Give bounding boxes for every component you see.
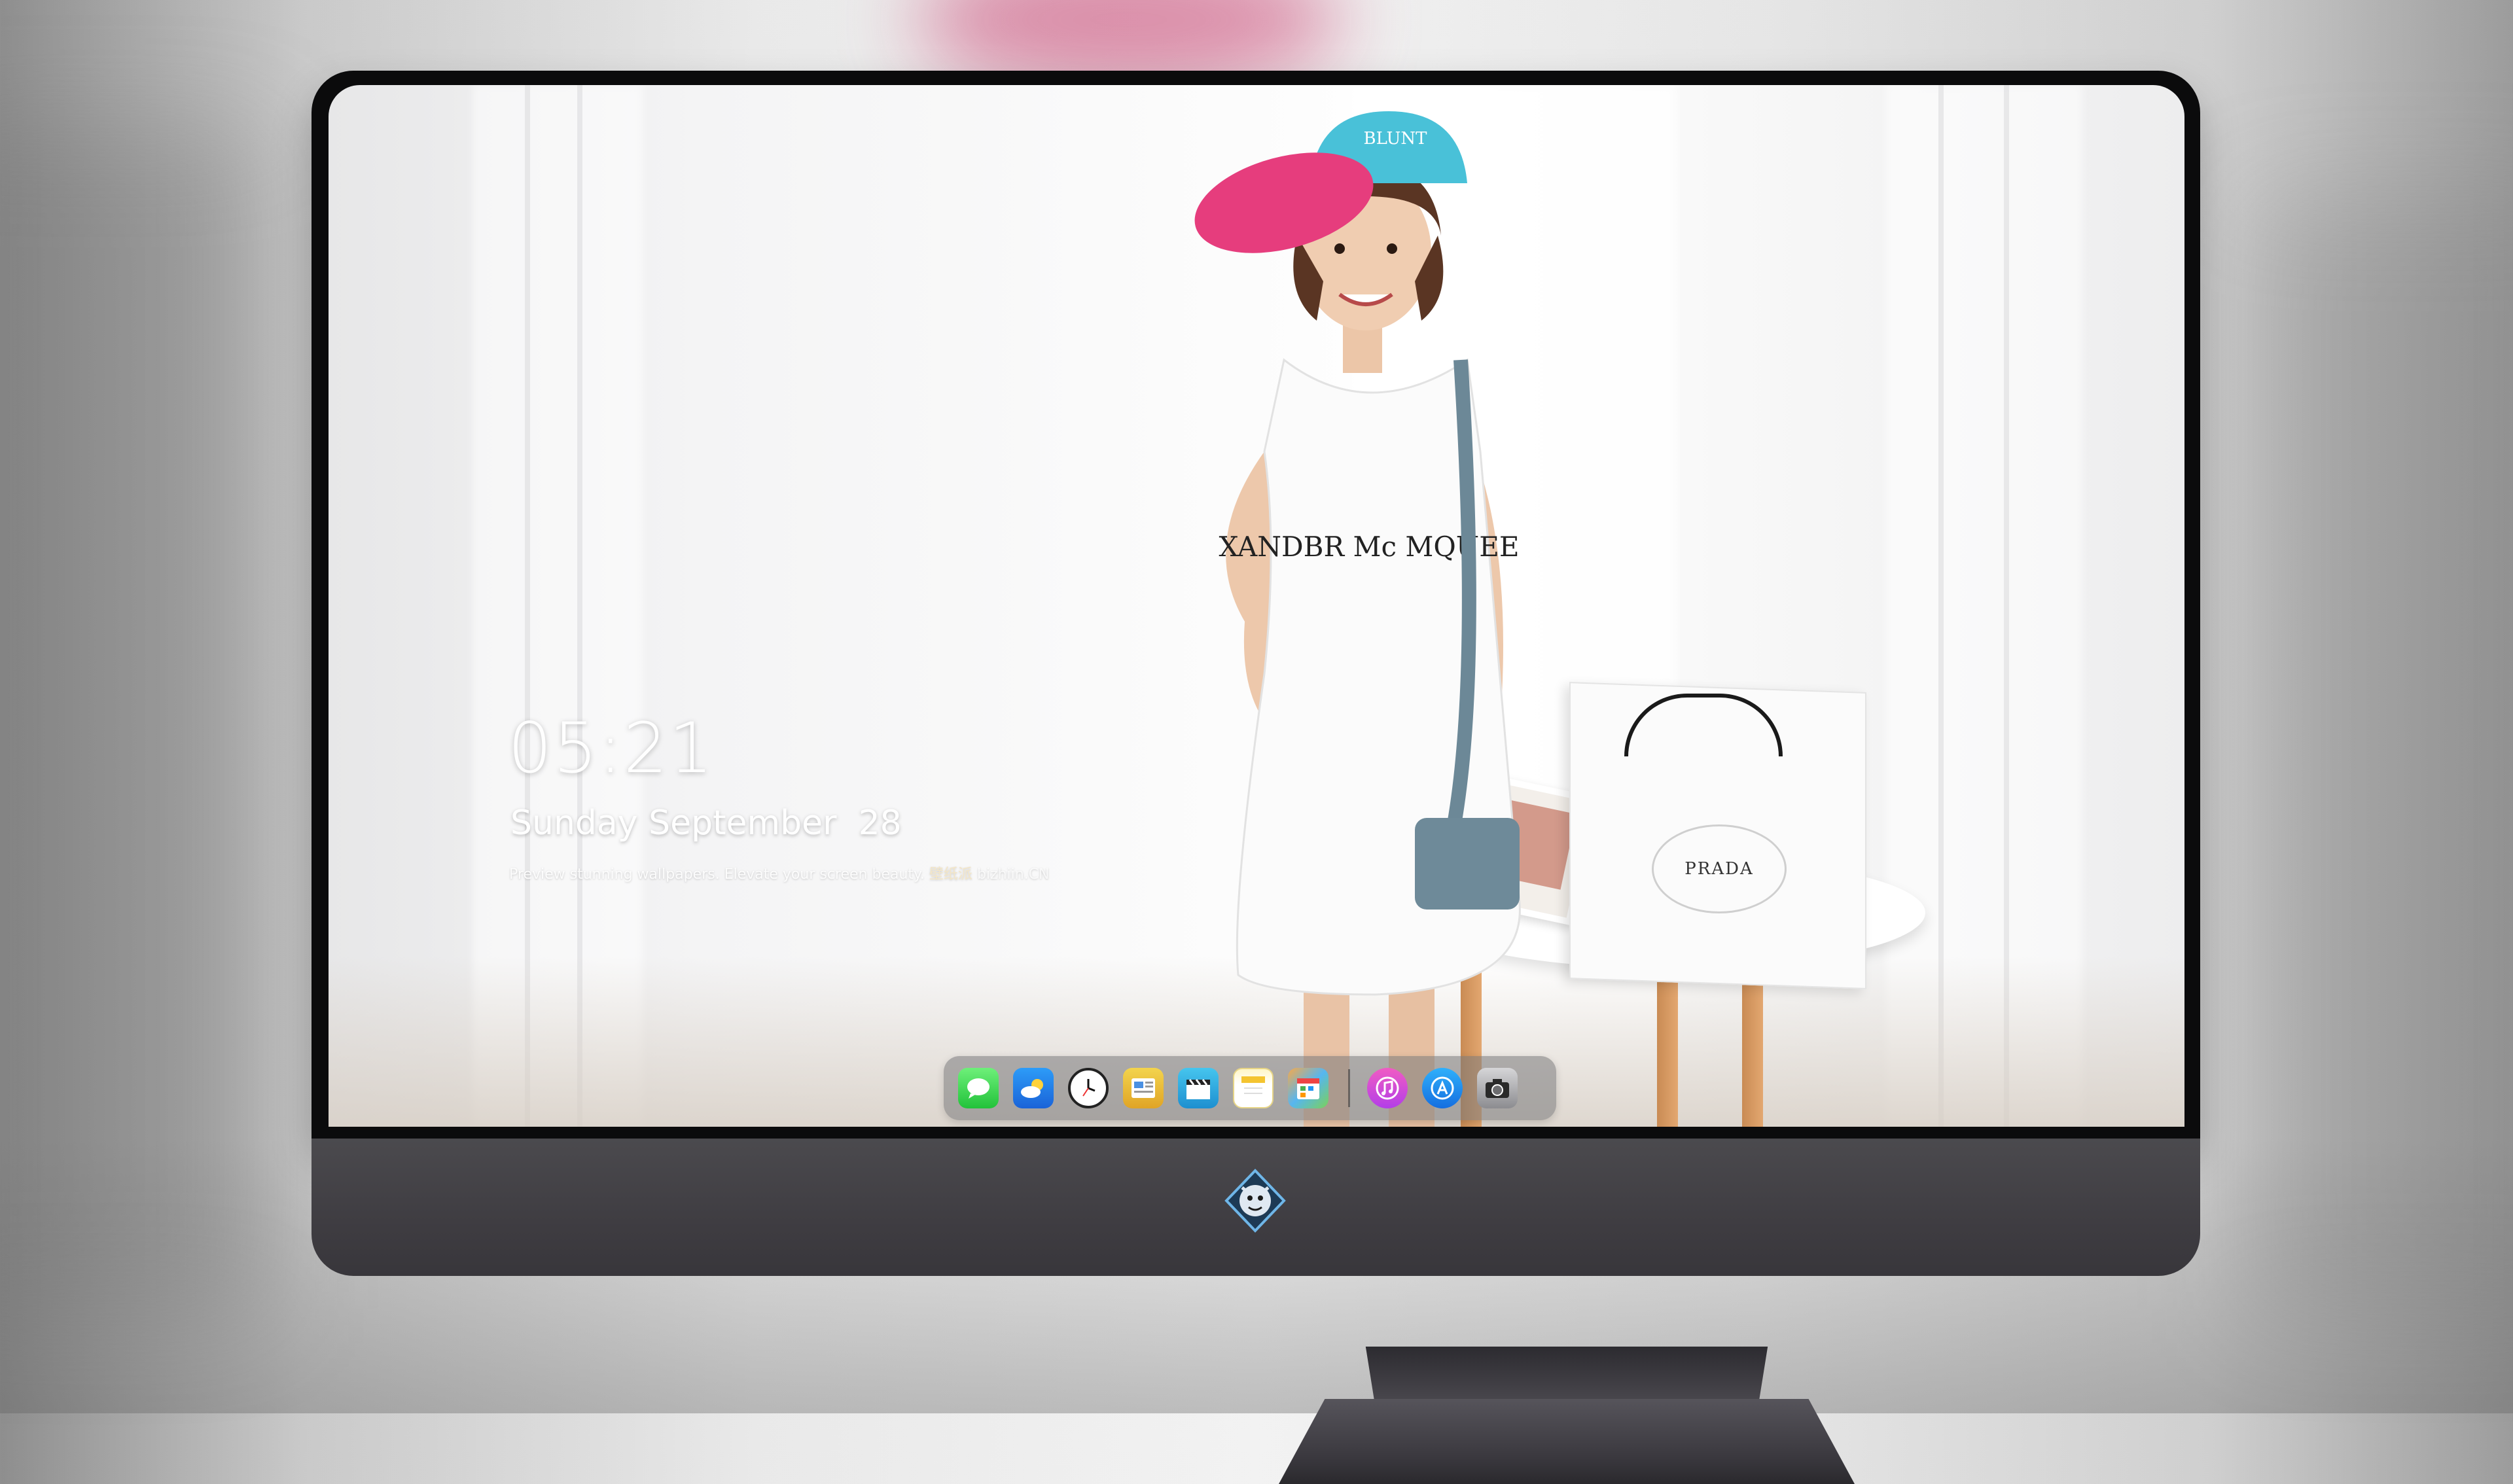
lock-screen-tagline: Preview stunning wallpapers. Elevate you… [509,862,1050,883]
background-blur-left [0,131,262,1309]
wallpaper-figure: XANDBR Mc MQUEE BLUNT [1194,111,1521,1127]
notes-icon[interactable] [1233,1068,1274,1108]
tagline-text: Preview stunning wallpapers. Elevate you… [509,866,925,883]
messages-icon[interactable] [958,1068,999,1108]
clapperboard-icon[interactable] [1178,1068,1219,1108]
clock-icon[interactable] [1068,1068,1109,1108]
cap-print-text: BLUNT [1364,129,1428,149]
monitor-stand-neck [1365,1347,1768,1399]
dock-separator [1348,1069,1350,1107]
app-store-icon[interactable] [1422,1068,1463,1108]
tagline-site[interactable]: bizhiin.CN [977,866,1050,883]
screen: PRADA XANDBR Mc MQUEE BLUNT 05:21 Sunday… [329,85,2184,1127]
newspaper-icon[interactable] [1123,1068,1164,1108]
music-note-icon[interactable] [1367,1068,1408,1108]
calendar-icon[interactable] [1288,1068,1328,1108]
cloud-sun-icon[interactable] [1013,1068,1054,1108]
tagline-brand: 壁纸派 [929,866,972,883]
dock [944,1056,1556,1120]
monitor-stand-base [1279,1399,1855,1484]
lock-screen-date: Sunday September 28 [510,804,902,843]
brand-logo-icon [1224,1169,1286,1233]
camera-icon[interactable] [1477,1068,1518,1108]
lock-screen-clock: 05:21 [508,708,715,788]
